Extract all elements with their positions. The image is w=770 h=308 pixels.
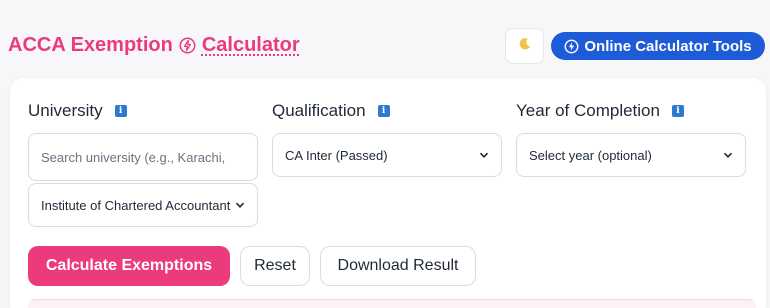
qualification-selected-value: CA Inter (Passed) <box>285 147 388 163</box>
year-label-text: Year of Completion <box>516 101 660 120</box>
year-label: Year of Completion i <box>516 101 684 121</box>
university-label-text: University <box>28 101 103 120</box>
theme-toggle-button[interactable] <box>505 28 544 64</box>
qualification-select[interactable]: CA Inter (Passed) <box>272 133 502 177</box>
title-text: ACCA Exemption <box>8 34 173 56</box>
reset-button[interactable]: Reset <box>240 246 310 286</box>
tools-button-label: Online Calculator Tools <box>584 37 752 55</box>
result-panel <box>28 299 756 308</box>
qualification-label: Qualification i <box>272 101 390 121</box>
lightning-circle-icon <box>564 39 579 54</box>
info-icon[interactable]: i <box>114 105 127 117</box>
year-selected-value: Select year (optional) <box>529 147 652 163</box>
university-selected-value: Institute of Chartered Accountants <box>41 197 231 213</box>
qualification-label-text: Qualification <box>272 101 366 120</box>
university-label: University i <box>28 101 127 121</box>
lightning-circle-icon <box>179 37 196 54</box>
chevron-down-icon <box>723 150 733 160</box>
app-header: ACCA Exemption Calculator Online Calcula… <box>0 0 770 80</box>
calculate-exemptions-button[interactable]: Calculate Exemptions <box>28 246 230 286</box>
calculator-link[interactable]: Calculator <box>202 34 300 57</box>
moon-icon <box>517 36 533 57</box>
year-select[interactable]: Select year (optional) <box>516 133 746 177</box>
university-select[interactable]: Institute of Chartered Accountants <box>28 183 258 227</box>
info-icon[interactable]: i <box>671 105 684 117</box>
university-search-placeholder: Search university (e.g., Karachi, <box>41 149 226 165</box>
info-icon[interactable]: i <box>377 105 390 117</box>
online-calculator-tools-button[interactable]: Online Calculator Tools <box>551 32 765 60</box>
university-search-input[interactable]: Search university (e.g., Karachi, <box>28 133 258 181</box>
download-result-button[interactable]: Download Result <box>320 246 476 286</box>
chevron-down-icon <box>235 200 245 210</box>
chevron-down-icon <box>479 150 489 160</box>
page-title: ACCA Exemption Calculator <box>8 34 300 57</box>
